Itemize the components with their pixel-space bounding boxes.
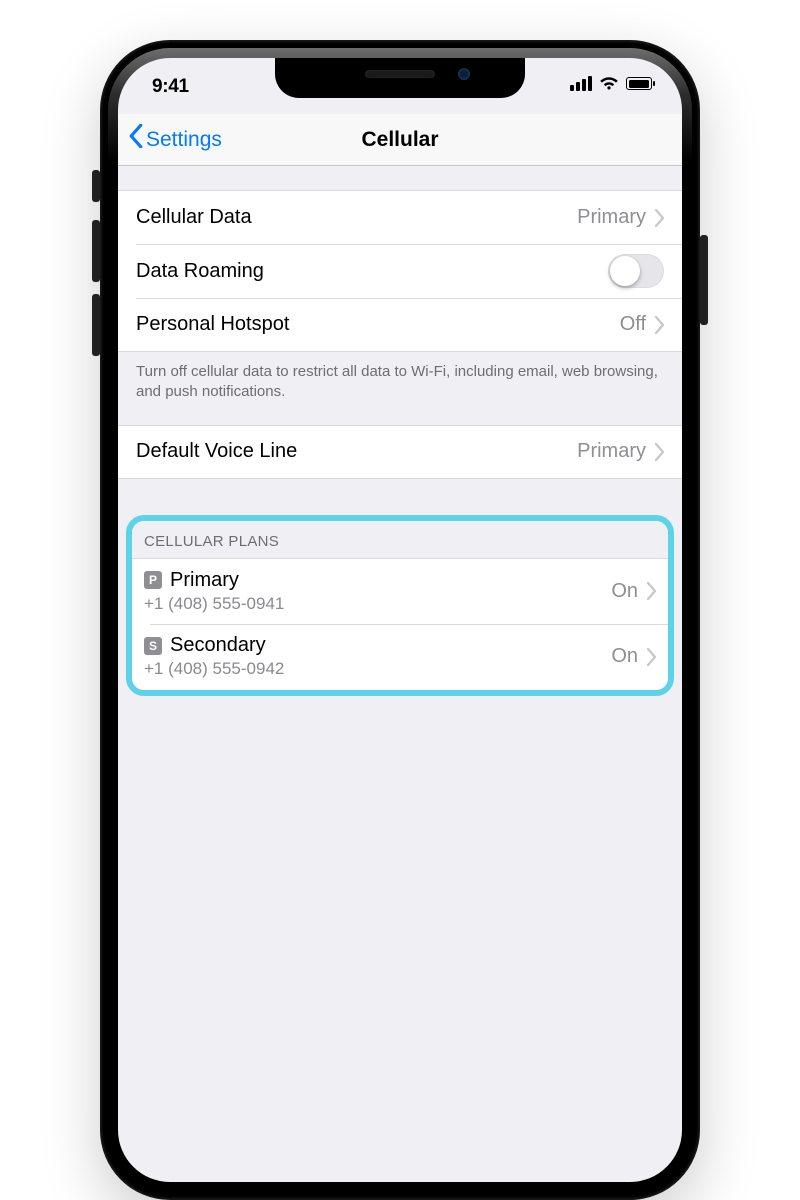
phone-frame: 9:41	[100, 40, 700, 1200]
front-camera-icon	[458, 68, 470, 80]
plan-badge-icon: S	[144, 637, 162, 655]
back-button[interactable]: Settings	[128, 126, 222, 154]
volume-down-button	[92, 294, 100, 356]
cellular-data-value: Primary	[577, 206, 646, 229]
status-time: 9:41	[152, 76, 189, 98]
plan-primary-row[interactable]: P Primary +1 (408) 555-0941 On	[132, 558, 668, 624]
chevron-right-icon	[646, 648, 656, 666]
cellular-data-label: Cellular Data	[136, 206, 577, 229]
plan-status: On	[611, 645, 638, 668]
chevron-right-icon	[646, 582, 656, 600]
personal-hotspot-value: Off	[620, 313, 646, 336]
default-voice-line-label: Default Voice Line	[136, 440, 577, 463]
battery-icon	[626, 77, 652, 90]
default-voice-line-row[interactable]: Default Voice Line Primary	[118, 425, 682, 479]
chevron-right-icon	[654, 209, 664, 227]
cellular-plans-highlight: Cellular Plans P Primary +1 (408) 555-09…	[126, 515, 674, 696]
data-roaming-row: Data Roaming	[118, 244, 682, 298]
power-button	[700, 235, 708, 325]
page-title: Cellular	[361, 128, 438, 152]
notch	[275, 58, 525, 98]
cellular-data-row[interactable]: Cellular Data Primary	[118, 190, 682, 244]
wifi-icon	[599, 76, 619, 91]
plan-number: +1 (408) 555-0941	[144, 594, 284, 614]
plan-secondary-row[interactable]: S Secondary +1 (408) 555-0942 On	[132, 624, 668, 690]
cellular-footer-note: Turn off cellular data to restrict all d…	[118, 352, 682, 425]
volume-up-button	[92, 220, 100, 282]
personal-hotspot-row[interactable]: Personal Hotspot Off	[118, 298, 682, 352]
plan-number: +1 (408) 555-0942	[144, 659, 284, 679]
mute-switch	[92, 170, 100, 202]
plan-name: Secondary	[170, 634, 266, 657]
plan-status: On	[611, 580, 638, 603]
back-label: Settings	[146, 128, 222, 152]
plan-name: Primary	[170, 569, 239, 592]
data-roaming-label: Data Roaming	[136, 260, 608, 283]
chevron-right-icon	[654, 316, 664, 334]
earpiece-speaker	[365, 70, 435, 78]
screen: 9:41	[118, 58, 682, 1182]
chevron-right-icon	[654, 443, 664, 461]
navbar: Settings Cellular	[118, 114, 682, 166]
chevron-left-icon	[128, 124, 144, 154]
personal-hotspot-label: Personal Hotspot	[136, 313, 620, 336]
plan-badge-icon: P	[144, 571, 162, 589]
data-roaming-toggle[interactable]	[608, 254, 664, 288]
cellular-plans-header: Cellular Plans	[132, 521, 668, 558]
default-voice-line-value: Primary	[577, 440, 646, 463]
cellular-signal-icon	[570, 76, 592, 91]
